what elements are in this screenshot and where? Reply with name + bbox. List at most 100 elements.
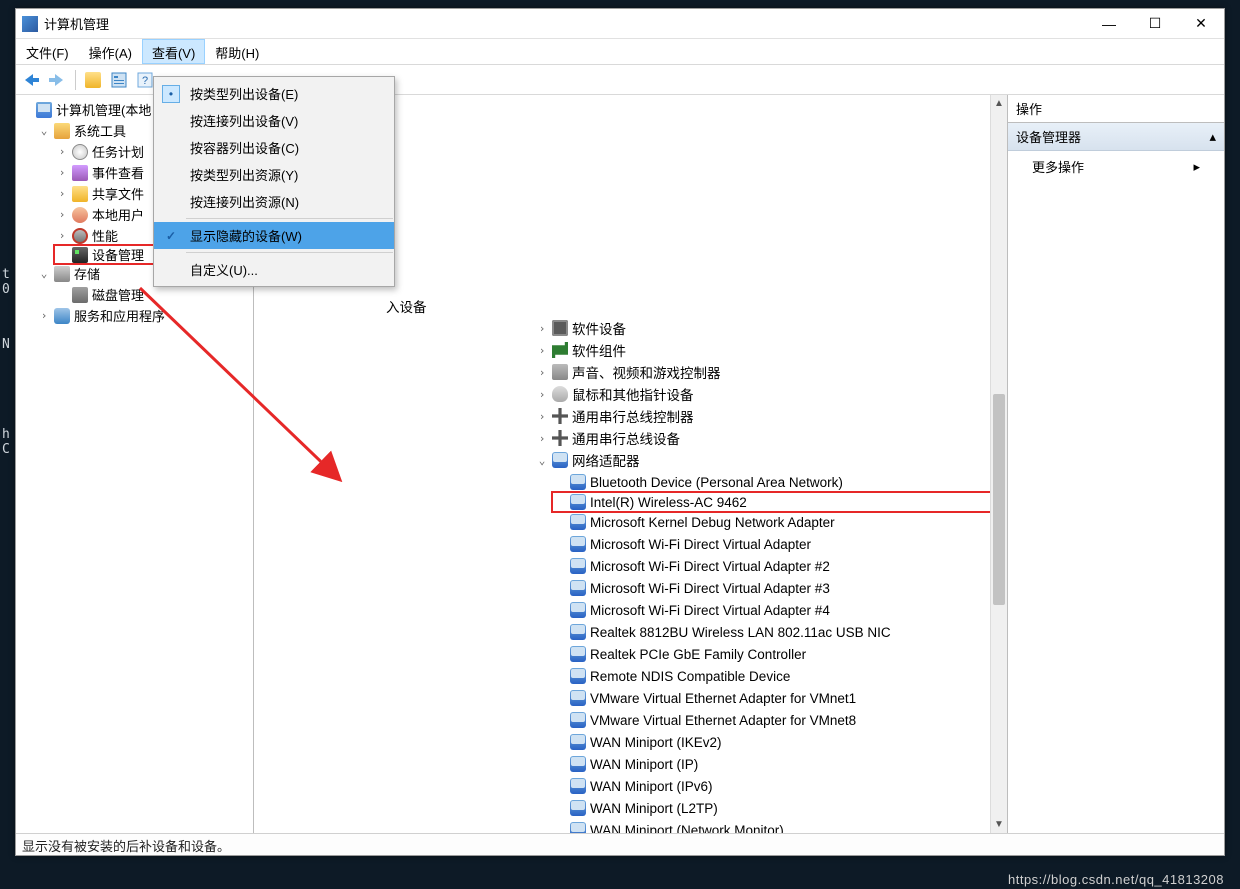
network-adapter-label: Microsoft Wi-Fi Direct Virtual Adapter #… bbox=[590, 603, 830, 618]
scroll-track[interactable] bbox=[991, 112, 1007, 816]
network-adapter-label: Realtek 8812BU Wireless LAN 802.11ac USB… bbox=[590, 625, 891, 640]
network-adapter-label: VMware Virtual Ethernet Adapter for VMne… bbox=[590, 691, 856, 706]
category-software-components[interactable]: ›软件组件 bbox=[534, 339, 1007, 361]
bg-letter: C bbox=[2, 442, 10, 457]
folder-up-icon bbox=[85, 72, 101, 88]
menuitem-label: 按类型列出设备(E) bbox=[190, 84, 298, 103]
menuitem-by-type-devices[interactable]: • 按类型列出设备(E) bbox=[154, 80, 394, 107]
network-adapter-icon bbox=[570, 536, 586, 552]
tree-services-apps[interactable]: › 服务和应用程序 bbox=[36, 305, 251, 326]
network-adapter-icon bbox=[570, 514, 586, 530]
actions-section-devicemanager[interactable]: 设备管理器 ▴ bbox=[1008, 123, 1224, 151]
network-adapter-item[interactable]: Realtek 8812BU Wireless LAN 802.11ac USB… bbox=[552, 621, 1007, 643]
network-adapter-item[interactable]: Microsoft Wi-Fi Direct Virtual Adapter #… bbox=[552, 555, 1007, 577]
network-adapter-item[interactable]: VMware Virtual Ethernet Adapter for VMne… bbox=[552, 709, 1007, 731]
menuitem-show-hidden-devices[interactable]: ✓ 显示隐藏的设备(W) bbox=[154, 222, 394, 249]
menu-help[interactable]: 帮助(H) bbox=[205, 39, 269, 64]
menuitem-label: 显示隐藏的设备(W) bbox=[190, 226, 302, 245]
collapse-icon[interactable]: ⌄ bbox=[38, 124, 50, 137]
category-usb-devices[interactable]: ›通用串行总线设备 bbox=[534, 427, 1007, 449]
sound-icon bbox=[552, 364, 568, 380]
network-adapter-icon bbox=[570, 778, 586, 794]
scroll-up-button[interactable]: ▲ bbox=[991, 95, 1007, 112]
action-more-actions[interactable]: 更多操作 ▸ bbox=[1008, 151, 1224, 182]
menu-view[interactable]: 查看(V) bbox=[142, 39, 205, 64]
category-software-devices[interactable]: ›软件设备 bbox=[534, 317, 1007, 339]
menu-action[interactable]: 操作(A) bbox=[79, 39, 142, 64]
chip-icon bbox=[552, 320, 568, 336]
expand-icon[interactable]: › bbox=[536, 344, 548, 357]
network-adapter-item[interactable]: WAN Miniport (L2TP) bbox=[552, 797, 1007, 819]
network-adapter-item[interactable]: Realtek PCIe GbE Family Controller bbox=[552, 643, 1007, 665]
expand-icon[interactable]: › bbox=[56, 166, 68, 179]
expand-icon[interactable]: › bbox=[56, 145, 68, 158]
network-adapter-label: Microsoft Wi-Fi Direct Virtual Adapter #… bbox=[590, 581, 830, 596]
menuitem-customize[interactable]: 自定义(U)... bbox=[154, 256, 394, 283]
performance-icon bbox=[72, 228, 88, 244]
network-adapter-label: Realtek PCIe GbE Family Controller bbox=[590, 647, 806, 662]
expand-icon[interactable]: › bbox=[536, 410, 548, 423]
properties-button[interactable] bbox=[107, 68, 131, 92]
network-adapter-item[interactable]: Microsoft Wi-Fi Direct Virtual Adapter #… bbox=[552, 577, 1007, 599]
device-category-partial[interactable]: 入设备 bbox=[384, 295, 1007, 317]
tree-disk-management[interactable]: 磁盘管理 bbox=[54, 284, 251, 305]
menuitem-by-type-resources[interactable]: 按类型列出资源(Y) bbox=[154, 161, 394, 188]
center-scrollbar[interactable]: ▲ ▼ bbox=[990, 95, 1007, 833]
category-sound[interactable]: ›声音、视频和游戏控制器 bbox=[534, 361, 1007, 383]
expand-icon[interactable]: › bbox=[56, 208, 68, 221]
collapse-icon[interactable]: ⌄ bbox=[536, 454, 548, 467]
usb-icon bbox=[552, 408, 568, 424]
expand-icon[interactable]: › bbox=[38, 309, 50, 322]
tree-performance-label: 性能 bbox=[92, 226, 118, 245]
expand-icon[interactable]: › bbox=[536, 366, 548, 379]
maximize-button[interactable]: ☐ bbox=[1132, 9, 1178, 39]
actions-pane: 操作 设备管理器 ▴ 更多操作 ▸ bbox=[1008, 95, 1224, 833]
expand-icon[interactable]: › bbox=[536, 432, 548, 445]
menu-file[interactable]: 文件(F) bbox=[16, 39, 79, 64]
expand-icon[interactable]: › bbox=[56, 229, 68, 242]
network-adapter-item[interactable]: Microsoft Wi-Fi Direct Virtual Adapter bbox=[552, 533, 1007, 555]
network-adapter-label: Remote NDIS Compatible Device bbox=[590, 669, 790, 684]
network-adapter-icon bbox=[570, 624, 586, 640]
usb-icon bbox=[552, 430, 568, 446]
scroll-down-button[interactable]: ▼ bbox=[991, 816, 1007, 833]
back-button[interactable] bbox=[20, 68, 44, 92]
expand-icon[interactable]: › bbox=[536, 388, 548, 401]
network-adapter-item[interactable]: WAN Miniport (IKEv2) bbox=[552, 731, 1007, 753]
network-adapter-icon bbox=[570, 558, 586, 574]
expand-icon[interactable]: › bbox=[536, 322, 548, 335]
users-icon bbox=[72, 207, 88, 223]
category-mouse[interactable]: ›鼠标和其他指针设备 bbox=[534, 383, 1007, 405]
collapse-icon[interactable]: ⌄ bbox=[38, 267, 50, 280]
menuitem-by-connection-resources[interactable]: 按连接列出资源(N) bbox=[154, 188, 394, 215]
menuitem-label: 按容器列出设备(C) bbox=[190, 138, 299, 157]
close-button[interactable]: ✕ bbox=[1178, 9, 1224, 39]
storage-icon bbox=[54, 266, 70, 282]
network-adapter-item[interactable]: WAN Miniport (IP) bbox=[552, 753, 1007, 775]
network-adapter-item[interactable]: WAN Miniport (Network Monitor) bbox=[552, 819, 1007, 833]
up-button[interactable] bbox=[81, 68, 105, 92]
forward-button[interactable] bbox=[46, 68, 70, 92]
network-adapter-item[interactable]: Remote NDIS Compatible Device bbox=[552, 665, 1007, 687]
menuitem-by-container-devices[interactable]: 按容器列出设备(C) bbox=[154, 134, 394, 161]
expand-icon[interactable]: › bbox=[56, 187, 68, 200]
network-icon bbox=[552, 452, 568, 468]
network-adapter-icon bbox=[570, 734, 586, 750]
tree-shared-folders-label: 共享文件 bbox=[92, 184, 144, 203]
network-adapter-item[interactable]: Intel(R) Wireless-AC 9462 bbox=[551, 491, 1007, 513]
menuitem-by-connection-devices[interactable]: 按连接列出设备(V) bbox=[154, 107, 394, 134]
network-adapter-icon bbox=[570, 602, 586, 618]
submenu-icon: ▸ bbox=[1193, 159, 1200, 175]
category-usb-controllers[interactable]: ›通用串行总线控制器 bbox=[534, 405, 1007, 427]
category-network-adapters[interactable]: ⌄网络适配器 bbox=[534, 449, 1007, 471]
minimize-button[interactable]: — bbox=[1086, 9, 1132, 39]
network-adapter-item[interactable]: VMware Virtual Ethernet Adapter for VMne… bbox=[552, 687, 1007, 709]
network-adapter-icon bbox=[570, 756, 586, 772]
network-adapter-item[interactable]: Microsoft Kernel Debug Network Adapter bbox=[552, 511, 1007, 533]
status-bar: 显示没有被安装的后补设备和设备。 bbox=[16, 833, 1224, 855]
clock-icon bbox=[72, 144, 88, 160]
network-adapter-item[interactable]: WAN Miniport (IPv6) bbox=[552, 775, 1007, 797]
network-adapter-item[interactable]: Bluetooth Device (Personal Area Network) bbox=[552, 471, 1007, 493]
scroll-thumb[interactable] bbox=[993, 394, 1005, 605]
network-adapter-item[interactable]: Microsoft Wi-Fi Direct Virtual Adapter #… bbox=[552, 599, 1007, 621]
